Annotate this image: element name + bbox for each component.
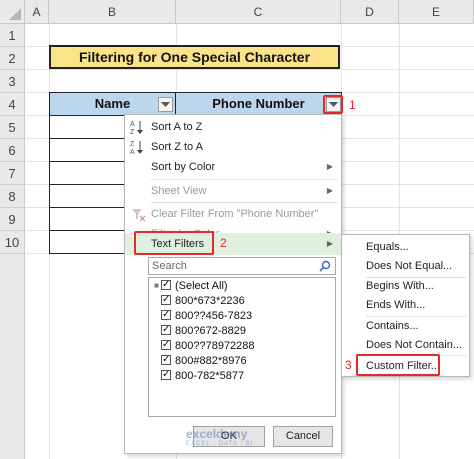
- column-header-c[interactable]: C: [176, 0, 341, 24]
- callout-number-1: 1: [349, 98, 356, 112]
- menu-separator: [151, 202, 337, 203]
- submenu-item-contains[interactable]: Contains...: [342, 316, 469, 336]
- submenu-item-does-not-contain[interactable]: Does Not Contain...: [342, 335, 469, 355]
- menu-item-label: Sheet View: [151, 185, 207, 197]
- sort-ascending-icon: AZ: [130, 119, 146, 136]
- submenu-item-begins-with[interactable]: Begins With...: [342, 276, 469, 296]
- checkbox-checked[interactable]: [161, 307, 171, 322]
- header-name-label: Name: [94, 96, 131, 111]
- row-header-7[interactable]: 7: [0, 162, 25, 185]
- menu-item-label: Clear Filter From "Phone Number": [151, 208, 319, 220]
- list-item-label: 800*673*2236: [175, 295, 245, 307]
- row-header-10[interactable]: 10: [0, 231, 25, 254]
- list-item-label: 800#882*8976: [175, 355, 247, 367]
- dropdown-arrow-icon: [161, 101, 170, 107]
- row-header-8[interactable]: 8: [0, 185, 25, 208]
- svg-text:Z: Z: [130, 129, 135, 135]
- row-header-2[interactable]: 2: [0, 47, 25, 70]
- column-header-e[interactable]: E: [399, 0, 474, 24]
- list-item[interactable]: 800??78972288: [161, 337, 255, 354]
- menu-item-label: Sort Z to A: [151, 141, 203, 153]
- callout-box-3: [356, 354, 440, 376]
- menu-item-sort-az[interactable]: AZ Sort A to Z: [125, 117, 341, 137]
- list-item[interactable]: 800*673*2236: [161, 292, 245, 309]
- header-cell-phone[interactable]: Phone Number: [175, 92, 342, 116]
- column-header-d[interactable]: D: [341, 0, 399, 24]
- list-item-label: 800??456-7823: [175, 310, 253, 322]
- list-item[interactable]: 800??456-7823: [161, 307, 253, 324]
- svg-text:A: A: [130, 149, 135, 155]
- watermark-logo: exceldemy EXCEL · DATA · BI: [186, 427, 254, 447]
- list-item-label: 800?672-8829: [175, 325, 246, 337]
- checkbox-checked[interactable]: [161, 292, 171, 307]
- sort-descending-icon: ZA: [130, 139, 146, 156]
- gridline: [25, 69, 474, 70]
- list-item-label: 800-782*5877: [175, 370, 245, 382]
- search-placeholder: Search: [152, 260, 187, 272]
- watermark-tagline: EXCEL · DATA · BI: [186, 441, 254, 447]
- menu-item-label: Sort A to Z: [151, 121, 203, 133]
- svg-text:Z: Z: [130, 141, 135, 148]
- submenu-arrow-icon: ▶: [326, 239, 333, 248]
- list-item[interactable]: 800#882*8976: [161, 352, 247, 369]
- dropdown-arrow-icon: [329, 101, 338, 107]
- header-phone-label: Phone Number: [212, 96, 305, 111]
- row-header-9[interactable]: 9: [0, 208, 25, 231]
- menu-item-sheet-view: Sheet View ▶: [125, 181, 341, 201]
- name-filter-dropdown-button[interactable]: [158, 97, 173, 112]
- submenu-arrow-icon: ▶: [326, 186, 333, 195]
- row-header-5[interactable]: 5: [0, 116, 25, 139]
- cancel-button[interactable]: Cancel: [273, 426, 333, 447]
- checkbox-checked[interactable]: [161, 322, 171, 337]
- watermark-name: exceldemy: [186, 427, 248, 441]
- list-item-label: 800??78972288: [175, 340, 255, 352]
- menu-item-sort-by-color[interactable]: Sort by Color ▶: [125, 157, 341, 177]
- header-cell-name[interactable]: Name: [49, 92, 176, 116]
- submenu-item-does-not-equal[interactable]: Does Not Equal...: [342, 256, 469, 276]
- callout-number-3: 3: [345, 358, 352, 372]
- row-header-rest: [0, 254, 25, 459]
- select-all-corner[interactable]: [0, 0, 25, 24]
- callout-number-2: 2: [220, 236, 227, 250]
- search-icon: [319, 260, 331, 277]
- sheet-title[interactable]: Filtering for One Special Character: [49, 45, 340, 69]
- list-item[interactable]: 800?672-8829: [161, 322, 246, 339]
- menu-item-label: Sort by Color: [151, 161, 216, 173]
- row-header-3[interactable]: 3: [0, 70, 25, 93]
- checkbox-checked[interactable]: [161, 277, 171, 292]
- filter-values-list[interactable]: ■ (Select All) 800*673*2236 800??456-782…: [148, 277, 336, 417]
- submenu-arrow-icon: ▶: [326, 162, 333, 171]
- menu-separator: [151, 179, 337, 180]
- callout-box-2: [134, 231, 214, 255]
- menu-item-clear-filter: Clear Filter From "Phone Number": [125, 204, 341, 224]
- corner-triangle-icon: [9, 8, 21, 20]
- column-header-a[interactable]: A: [25, 0, 49, 24]
- column-header-b[interactable]: B: [49, 0, 176, 24]
- row-header-4[interactable]: 4: [0, 93, 25, 116]
- tree-toggle-icon: ■: [154, 281, 159, 290]
- list-item-label: (Select All): [175, 280, 228, 292]
- svg-text:A: A: [130, 121, 135, 128]
- row-header-1[interactable]: 1: [0, 24, 25, 47]
- list-item[interactable]: 800-782*5877: [161, 367, 245, 384]
- row-header-6[interactable]: 6: [0, 139, 25, 162]
- checkbox-checked[interactable]: [161, 367, 171, 382]
- list-item-select-all[interactable]: (Select All): [161, 277, 228, 294]
- checkbox-checked[interactable]: [161, 337, 171, 352]
- checkbox-checked[interactable]: [161, 352, 171, 367]
- submenu-item-ends-with[interactable]: Ends With...: [342, 295, 469, 315]
- clear-filter-icon: [130, 206, 146, 222]
- menu-item-sort-za[interactable]: ZA Sort Z to A: [125, 137, 341, 157]
- filter-search-input[interactable]: Search: [148, 257, 336, 275]
- phone-filter-dropdown-button[interactable]: [326, 97, 341, 112]
- submenu-item-equals[interactable]: Equals...: [342, 237, 469, 257]
